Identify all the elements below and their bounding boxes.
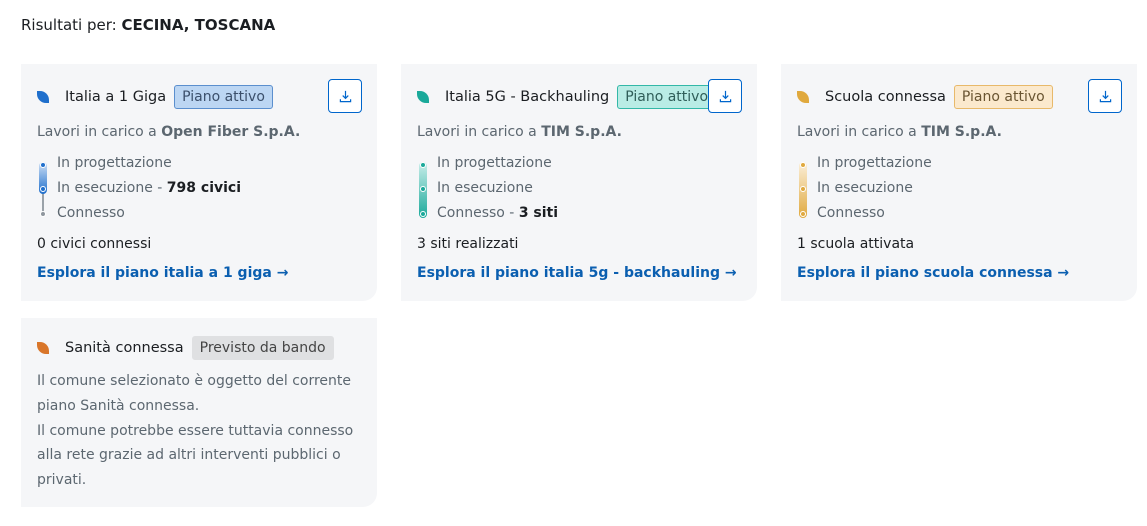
step-detail: 798 civici xyxy=(166,180,242,196)
timeline-step: Connesso xyxy=(57,205,125,221)
plan-description: Il comune selezionato è oggetto del corr… xyxy=(37,369,357,493)
plan-card-italia-1-giga: Italia a 1 Giga Piano attivo Lavori in c… xyxy=(21,64,377,301)
card-title: Italia 5G - Backhauling xyxy=(445,89,610,105)
plan-card-sanita-connessa: Sanità connessa Previsto da bando Il com… xyxy=(21,318,377,507)
works-assignee: Lavori in carico a Open Fiber S.p.A. xyxy=(37,124,300,140)
timeline-step: In esecuzione - 798 civici xyxy=(57,180,241,196)
status-badge: Piano attivo xyxy=(953,85,1053,109)
plan-card-italia-5g: Italia 5G - Backhauling Piano attivo Lav… xyxy=(401,64,757,301)
timeline-dot xyxy=(800,211,806,217)
download-icon xyxy=(719,90,731,102)
summary-text: 0 civici connessi xyxy=(37,236,152,252)
timeline-bar xyxy=(419,162,427,218)
timeline-step: Connesso - 3 siti xyxy=(437,205,558,221)
timeline-bar xyxy=(39,162,47,218)
timeline-bar xyxy=(799,162,807,218)
explore-plan-link[interactable]: Esplora il piano italia a 1 giga → xyxy=(37,265,288,281)
download-button[interactable] xyxy=(708,79,742,113)
works-assignee: Lavori in carico a TIM S.p.A. xyxy=(417,124,622,140)
works-prefix: Lavori in carico a xyxy=(797,124,922,140)
works-prefix: Lavori in carico a xyxy=(37,124,162,140)
timeline-step: Connesso xyxy=(817,205,885,221)
timeline-dot xyxy=(40,162,46,168)
timeline-dot xyxy=(420,186,426,192)
download-icon xyxy=(339,90,351,102)
card-header: Italia 5G - Backhauling Piano attivo xyxy=(417,83,717,111)
timeline-dot xyxy=(420,211,426,217)
step-label: Connesso - xyxy=(437,205,519,221)
company-name: TIM S.p.A. xyxy=(541,124,622,140)
description-line: piano Sanità connessa. xyxy=(37,397,200,414)
timeline-step: In esecuzione xyxy=(437,180,533,196)
summary-text: 3 siti realizzati xyxy=(417,236,519,252)
timeline-step: In progettazione xyxy=(437,155,552,171)
timeline-dot xyxy=(420,162,426,168)
card-title: Sanità connessa xyxy=(65,340,184,356)
timeline-dot xyxy=(800,162,806,168)
step-detail: 3 siti xyxy=(518,205,559,221)
download-icon xyxy=(1099,90,1111,102)
status-badge: Piano attivo xyxy=(174,85,273,109)
status-badge: Piano attivo xyxy=(617,85,717,109)
company-name: Open Fiber S.p.A. xyxy=(161,124,301,140)
works-assignee: Lavori in carico a TIM S.p.A. xyxy=(797,124,1002,140)
summary-text: 1 scuola attivata xyxy=(797,236,915,252)
download-button[interactable] xyxy=(328,79,362,113)
explore-plan-link[interactable]: Esplora il piano italia 5g - backhauling… xyxy=(417,265,737,281)
progress-timeline: In progettazione In esecuzione Connesso … xyxy=(417,155,737,230)
leaf-icon xyxy=(797,91,809,103)
description-line: Il comune potrebbe essere tuttavia conne… xyxy=(37,422,354,439)
card-header: Italia a 1 Giga Piano attivo xyxy=(37,83,273,111)
works-prefix: Lavori in carico a xyxy=(417,124,542,140)
timeline-step: In progettazione xyxy=(817,155,932,171)
results-location: CECINA, TOSCANA xyxy=(121,16,276,34)
leaf-icon xyxy=(37,91,49,103)
results-prefix: Risultati per: xyxy=(21,16,122,34)
step-label: Connesso xyxy=(57,205,125,221)
progress-timeline: In progettazione In esecuzione Connesso xyxy=(797,155,1117,230)
timeline-dot xyxy=(40,186,46,192)
leaf-icon xyxy=(417,91,429,103)
step-label: Connesso xyxy=(817,205,885,221)
timeline-dot xyxy=(800,186,806,192)
card-header: Sanità connessa Previsto da bando xyxy=(37,334,334,362)
card-title: Italia a 1 Giga xyxy=(65,89,167,105)
download-button[interactable] xyxy=(1088,79,1122,113)
status-badge: Previsto da bando xyxy=(191,336,334,360)
timeline-step: In progettazione xyxy=(57,155,172,171)
description-line: privati. xyxy=(37,472,87,489)
description-line: Il comune selezionato è oggetto del corr… xyxy=(37,373,352,389)
card-header: Scuola connessa Piano attivo xyxy=(797,83,1053,111)
description-line: alla rete grazie ad altri interventi pub… xyxy=(37,447,341,464)
step-label: In progettazione xyxy=(437,155,552,171)
step-label: In progettazione xyxy=(57,155,172,171)
step-label: In esecuzione - xyxy=(57,180,167,196)
card-title: Scuola connessa xyxy=(825,89,946,105)
step-label: In esecuzione xyxy=(437,180,533,196)
company-name: TIM S.p.A. xyxy=(921,124,1002,140)
results-header: Risultati per: CECINA, TOSCANA xyxy=(21,16,275,34)
step-label: In progettazione xyxy=(817,155,932,171)
explore-plan-link[interactable]: Esplora il piano scuola connessa → xyxy=(797,265,1069,281)
timeline-dot xyxy=(40,211,46,217)
leaf-icon xyxy=(37,342,49,354)
timeline-step: In esecuzione xyxy=(817,180,913,196)
plan-card-scuola-connessa: Scuola connessa Piano attivo Lavori in c… xyxy=(781,64,1137,301)
step-label: In esecuzione xyxy=(817,180,913,196)
progress-timeline: In progettazione In esecuzione - 798 civ… xyxy=(37,155,357,230)
